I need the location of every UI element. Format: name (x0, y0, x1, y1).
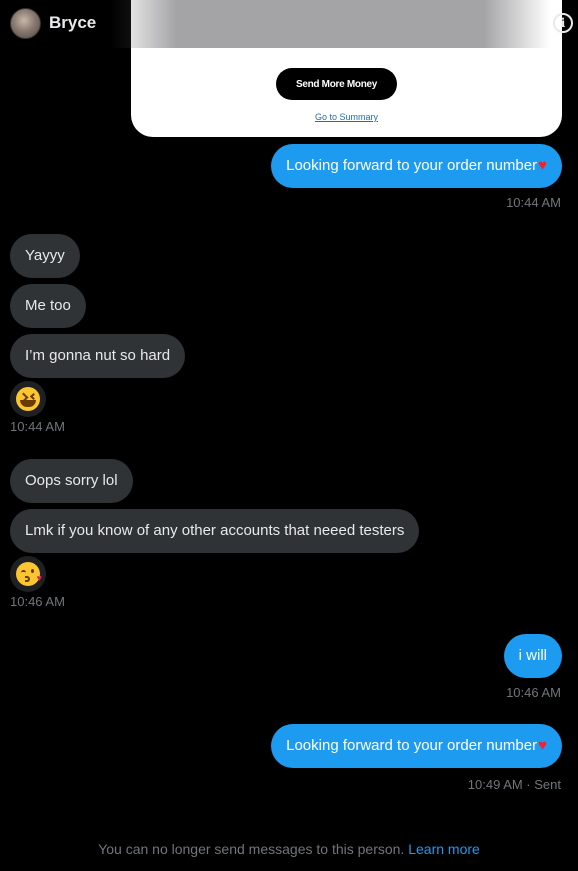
header-blur (110, 0, 550, 48)
heart-icon: ♥ (538, 157, 547, 174)
message-text: I’m gonna nut so hard (25, 347, 171, 364)
message-text: Me too (25, 297, 71, 314)
avatar[interactable] (10, 8, 41, 39)
message-bubble-incoming[interactable]: I’m gonna nut so hard (10, 334, 186, 378)
heart-icon: ♥ (538, 737, 547, 754)
conversation-header: Bryce i (0, 0, 578, 48)
message-bubble-incoming[interactable]: Yayyy (10, 234, 80, 278)
blocked-notice-text: You can no longer send messages to this … (98, 841, 405, 857)
message-bubble-outgoing[interactable]: Looking forward to your order number♥ (271, 724, 562, 768)
message-text: i will (518, 647, 547, 664)
message-bubble-incoming[interactable]: Lmk if you know of any other accounts th… (10, 509, 420, 553)
kissing-face-emoji-icon: ♥ (16, 562, 42, 586)
message-timestamp: 10:44 AM (506, 195, 561, 210)
go-to-summary-link[interactable]: Go to Summary (131, 112, 562, 122)
message-text: Yayyy (25, 247, 65, 264)
contact-name[interactable]: Bryce (49, 13, 96, 33)
message-text: Looking forward to your order number (286, 737, 538, 754)
message-timestamp: 10:46 AM (506, 685, 561, 700)
message-text: Lmk if you know of any other accounts th… (25, 522, 405, 539)
send-more-money-button[interactable]: Send More Money (276, 68, 397, 100)
message-bubble-outgoing[interactable]: i will (503, 634, 562, 678)
message-reaction[interactable] (10, 381, 46, 417)
message-reaction[interactable]: ♥ (10, 556, 46, 592)
message-timestamp: 10:46 AM (10, 594, 65, 609)
message-text: Looking forward to your order number (286, 157, 538, 174)
message-text: Oops sorry lol (25, 472, 118, 489)
blocked-notice: You can no longer send messages to this … (0, 841, 578, 857)
message-timestamp-sent: 10:49 AM · Sent (467, 777, 561, 792)
message-timestamp: 10:44 AM (10, 419, 65, 434)
learn-more-link[interactable]: Learn more (408, 841, 480, 857)
message-bubble-outgoing[interactable]: Looking forward to your order number♥ (271, 144, 562, 188)
message-bubble-incoming[interactable]: Oops sorry lol (10, 459, 133, 503)
laughing-face-emoji-icon (16, 387, 40, 411)
message-bubble-incoming[interactable]: Me too (10, 284, 86, 328)
info-icon[interactable]: i (553, 13, 573, 33)
